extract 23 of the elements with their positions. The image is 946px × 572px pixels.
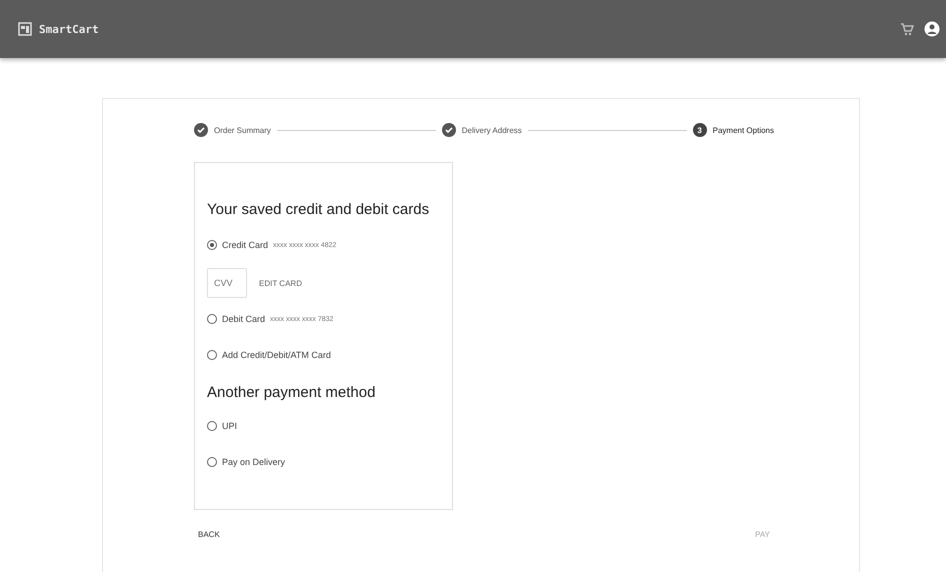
- radio-button[interactable]: [207, 421, 217, 431]
- radio-button[interactable]: [207, 240, 217, 250]
- step-label: Order Summary: [214, 126, 271, 134]
- back-button[interactable]: BACK: [194, 526, 224, 543]
- store-icon: [18, 22, 32, 36]
- option-label: Pay on Delivery: [222, 457, 286, 467]
- app-logo: SmartCart: [39, 22, 99, 36]
- edit-card-link[interactable]: EDIT CARD: [259, 278, 302, 288]
- step-label: Payment Options: [712, 126, 774, 134]
- radio-button[interactable]: [207, 457, 217, 467]
- option-label: Add Credit/Debit/ATM Card: [222, 350, 331, 360]
- cart-icon[interactable]: [900, 22, 914, 36]
- option-label: Debit Card: [222, 314, 266, 324]
- option-label: UPI: [222, 421, 238, 431]
- step-number: 3: [692, 123, 707, 137]
- radio-button[interactable]: [207, 350, 217, 360]
- step-label: Delivery Address: [462, 126, 522, 134]
- section-heading: Your saved credit and debit cards: [207, 201, 430, 218]
- cvv-field[interactable]: CVV: [207, 268, 247, 298]
- section-heading: Another payment method: [207, 384, 376, 401]
- radio-button[interactable]: [207, 314, 217, 324]
- account-icon[interactable]: [924, 21, 940, 37]
- option-label: Credit Card: [222, 240, 268, 250]
